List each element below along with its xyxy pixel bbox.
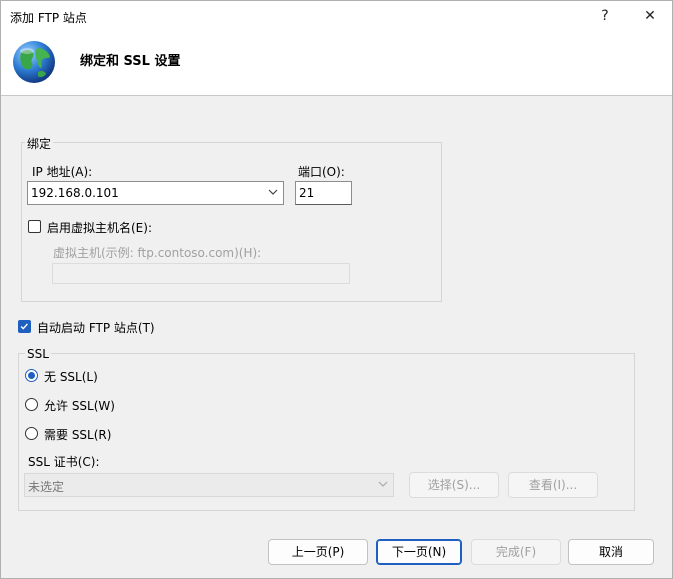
port-value: 21 — [299, 186, 315, 200]
page-title: 绑定和 SSL 设置 — [80, 54, 181, 69]
virtual-host-field[interactable] — [52, 263, 350, 284]
next-button[interactable]: 下一页(N) — [376, 539, 462, 565]
previous-button[interactable]: 上一页(P) — [268, 539, 368, 565]
port-field[interactable]: 21 — [295, 181, 352, 205]
wizard-header: 绑定和 SSL 设置 — [1, 31, 672, 96]
port-label: 端口(O): — [298, 165, 345, 179]
finish-button[interactable]: 完成(F) — [471, 539, 561, 565]
ssl-cert-combo[interactable]: 未选定 — [24, 473, 394, 497]
virtual-host-checkbox[interactable] — [28, 220, 41, 233]
view-cert-button[interactable]: 查看(I)... — [508, 472, 598, 498]
title-bar: 添加 FTP 站点 ? ✕ — [1, 1, 672, 31]
ip-address-label: IP 地址(A): — [32, 165, 93, 179]
ssl-allow-radio[interactable] — [25, 398, 38, 411]
ssl-require-label: 需要 SSL(R) — [44, 428, 112, 442]
ssl-cert-value: 未选定 — [28, 480, 65, 494]
binding-group-label: 绑定 — [25, 135, 54, 152]
ssl-none-label: 无 SSL(L) — [44, 370, 98, 384]
auto-start-checkbox[interactable] — [18, 320, 31, 333]
ssl-allow-label: 允许 SSL(W) — [44, 399, 115, 413]
cancel-button[interactable]: 取消 — [568, 539, 654, 565]
help-button[interactable]: ? — [583, 1, 627, 31]
ssl-group-label: SSL — [25, 347, 51, 361]
dialog-window: 添加 FTP 站点 ? ✕ 绑定和 SSL 设置 绑定 IP 地址(A): 19… — [0, 0, 673, 579]
checkmark-icon — [20, 323, 28, 330]
ssl-cert-label: SSL 证书(C): — [28, 455, 100, 469]
globe-icon — [13, 41, 55, 83]
auto-start-label: 自动启动 FTP 站点(T) — [37, 321, 155, 335]
chevron-down-icon — [378, 481, 388, 487]
ip-address-value: 192.168.0.101 — [31, 186, 119, 200]
chevron-down-icon — [268, 189, 278, 195]
virtual-host-example-label: 虚拟主机(示例: ftp.contoso.com)(H): — [53, 246, 262, 260]
window-title: 添加 FTP 站点 — [10, 11, 87, 25]
ip-address-combo[interactable]: 192.168.0.101 — [27, 181, 284, 205]
select-cert-button[interactable]: 选择(S)... — [409, 472, 499, 498]
close-button[interactable]: ✕ — [628, 1, 672, 31]
ssl-none-radio[interactable] — [25, 369, 38, 382]
ssl-require-radio[interactable] — [25, 427, 38, 440]
virtual-host-label: 启用虚拟主机名(E): — [47, 221, 152, 235]
